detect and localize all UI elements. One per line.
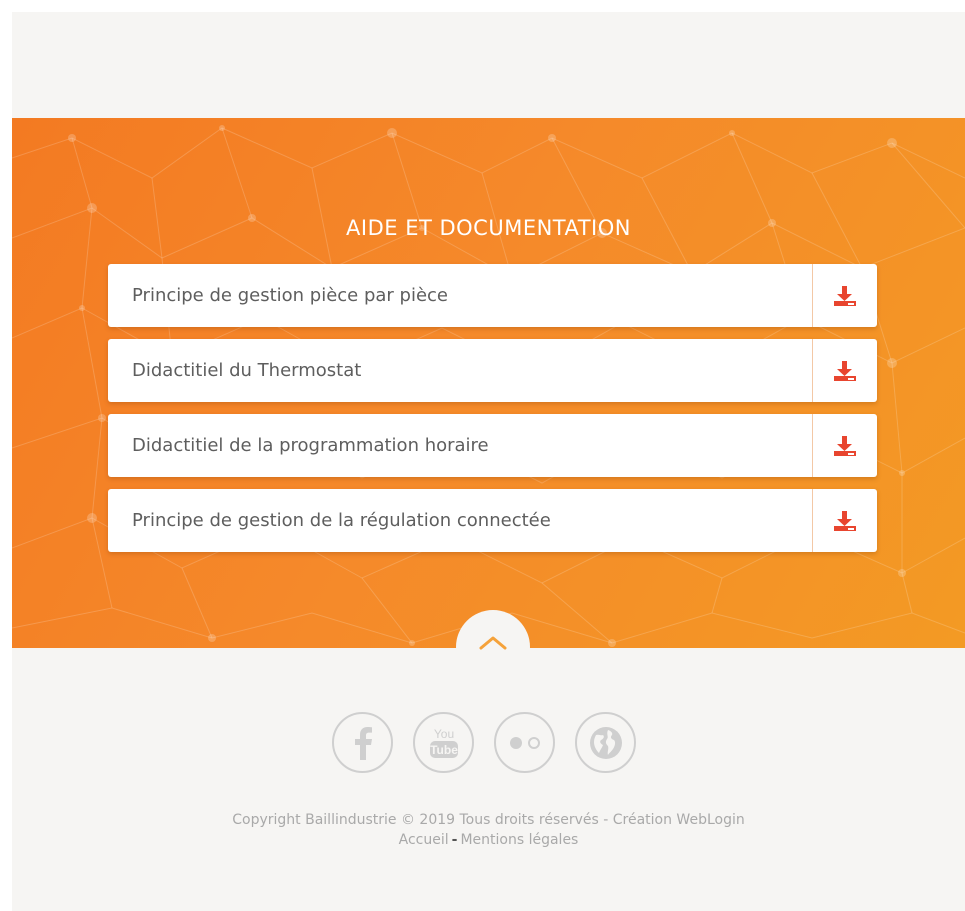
flickr-icon bbox=[509, 736, 540, 749]
download-button[interactable] bbox=[812, 264, 877, 327]
document-label: Didactitiel du Thermostat bbox=[132, 360, 362, 381]
footer bbox=[12, 648, 965, 911]
document-label: Didactitiel de la programmation horaire bbox=[132, 435, 489, 456]
page: AIDE ET DOCUMENTATION Principe de gestio… bbox=[12, 12, 965, 911]
document-item[interactable]: Didactitiel du Thermostat bbox=[108, 339, 877, 402]
document-label: Principe de gestion pièce par pièce bbox=[132, 285, 449, 306]
website-link[interactable] bbox=[575, 712, 636, 773]
youtube-icon: You Tube bbox=[429, 727, 458, 758]
download-icon bbox=[834, 285, 856, 306]
document-list: Principe de gestion pièce par pièce Dida… bbox=[108, 264, 877, 564]
facebook-link[interactable] bbox=[332, 712, 393, 773]
download-button[interactable] bbox=[812, 489, 877, 552]
social-links: You Tube bbox=[332, 712, 662, 778]
section-title: AIDE ET DOCUMENTATION bbox=[346, 216, 631, 240]
globe-icon bbox=[589, 726, 622, 759]
legal-notice-link[interactable]: Mentions légales bbox=[460, 832, 578, 848]
download-button[interactable] bbox=[812, 414, 877, 477]
footer-links: Accueil - Mentions légales bbox=[12, 830, 965, 850]
document-item[interactable]: Principe de gestion pièce par pièce bbox=[108, 264, 877, 327]
home-link[interactable]: Accueil bbox=[399, 832, 449, 848]
link-separator: - bbox=[451, 832, 458, 848]
document-label: Principe de gestion de la régulation con… bbox=[132, 510, 551, 531]
youtube-logo-top: You bbox=[433, 727, 453, 741]
download-icon bbox=[834, 510, 856, 531]
download-icon bbox=[834, 360, 856, 381]
youtube-logo-bottom: Tube bbox=[430, 743, 458, 757]
document-item[interactable]: Didactitiel de la programmation horaire bbox=[108, 414, 877, 477]
document-item[interactable]: Principe de gestion de la régulation con… bbox=[108, 489, 877, 552]
copyright-text: Copyright Baillindustrie © 2019 Tous dro… bbox=[232, 812, 745, 828]
documentation-section: AIDE ET DOCUMENTATION Principe de gestio… bbox=[12, 118, 965, 648]
download-icon bbox=[834, 435, 856, 456]
back-to-top-button[interactable] bbox=[456, 610, 530, 684]
download-button[interactable] bbox=[812, 339, 877, 402]
chevron-up-icon bbox=[479, 636, 507, 650]
facebook-icon bbox=[354, 726, 372, 760]
flickr-link[interactable] bbox=[494, 712, 555, 773]
youtube-link[interactable]: You Tube bbox=[413, 712, 474, 773]
